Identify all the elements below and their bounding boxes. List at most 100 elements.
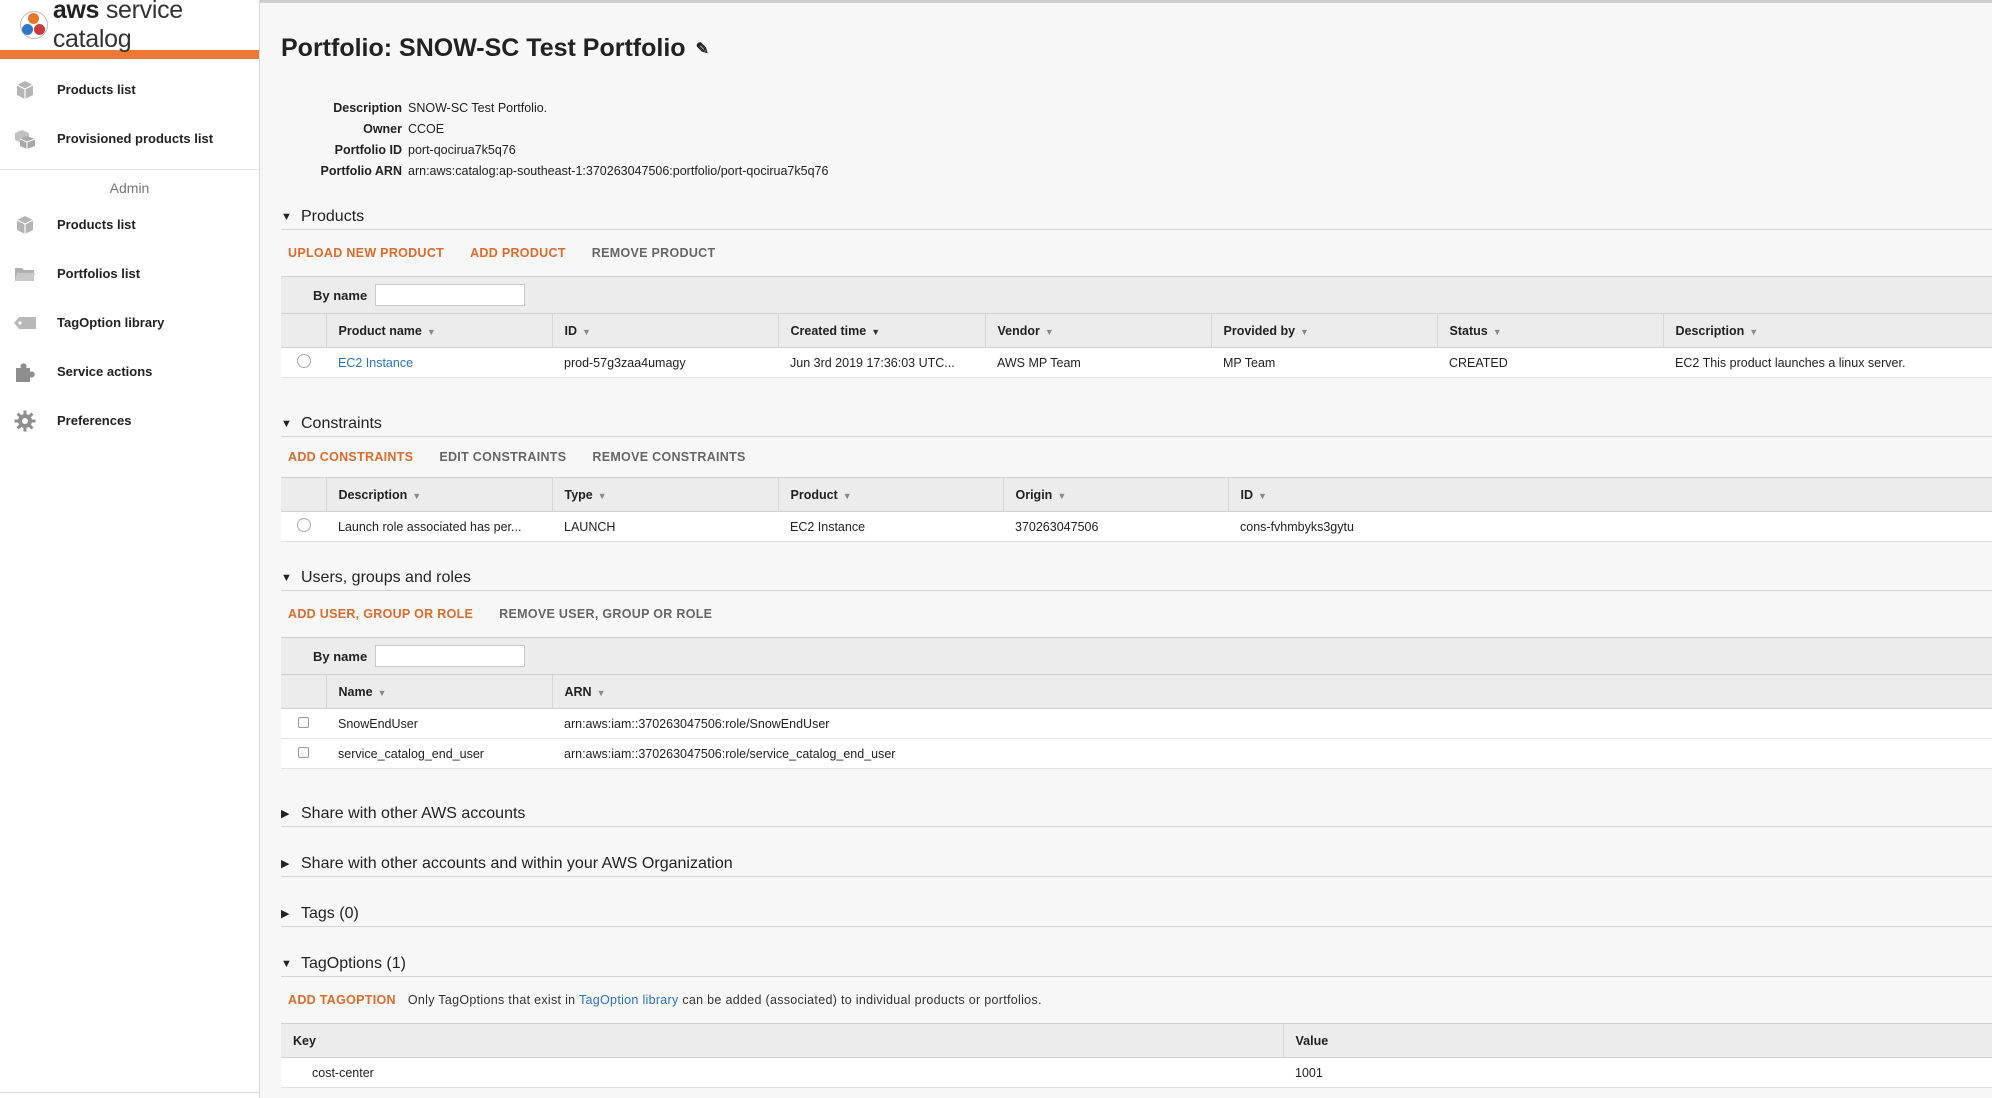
table-row: cost-center 1001 <box>281 1057 1992 1088</box>
edit-constraints-button[interactable]: EDIT CONSTRAINTS <box>439 450 566 464</box>
remove-user-group-role-button[interactable]: REMOVE USER, GROUP OR ROLE <box>499 607 712 621</box>
sidebar-item-label: Service actions <box>57 364 153 379</box>
table-cell: Launch role associated has per... <box>326 511 552 542</box>
constraints-actions: ADD CONSTRAINTS EDIT CONSTRAINTS REMOVE … <box>281 437 1992 477</box>
gear-icon <box>13 410 37 431</box>
sidebar-item-admin-products-list[interactable]: Products list <box>0 200 259 249</box>
users-filter-bar: By name <box>281 637 1992 674</box>
add-product-button[interactable]: ADD PRODUCT <box>470 246 566 260</box>
row-select-checkbox[interactable] <box>281 708 326 739</box>
sort-caret-icon: ▼ <box>1300 326 1309 337</box>
share-organization-section[interactable]: ▶ Share with other accounts and within y… <box>281 851 1992 877</box>
column-header-arn[interactable]: ARN ▼ <box>551 674 1992 709</box>
sidebar-item-provisioned-products-list[interactable]: Provisioned products list <box>0 114 259 163</box>
section-title: Share with other accounts and within you… <box>301 854 733 872</box>
detail-value: arn:aws:catalog:ap-southeast-1:370263047… <box>408 163 829 178</box>
sidebar-item-service-actions[interactable]: Service actions <box>0 347 259 396</box>
sort-caret-icon: ▼ <box>412 490 422 501</box>
sidebar-item-label: Preferences <box>57 413 132 428</box>
add-tagoption-button[interactable]: ADD TAGOPTION <box>288 993 396 1007</box>
products-name-filter-input[interactable] <box>375 284 526 306</box>
column-header-product-name[interactable]: Product name ▼ <box>325 313 552 348</box>
admin-section-label: Admin <box>109 180 150 196</box>
column-header-description[interactable]: Description ▼ <box>1662 313 1992 348</box>
detail-key: Portfolio ID <box>334 142 402 157</box>
section-header[interactable]: ▶ Share with other AWS accounts <box>281 801 1992 827</box>
caret-down-icon: ▼ <box>281 210 292 223</box>
sidebar-item-label: Provisioned products list <box>57 131 214 146</box>
sort-caret-icon: ▼ <box>871 326 881 337</box>
table-row[interactable]: SnowEndUser arn:aws:iam::370263047506:ro… <box>281 708 1992 739</box>
row-select-radio[interactable] <box>281 347 326 378</box>
brand-header[interactable]: aws service catalog <box>0 0 259 53</box>
section-title: Tags (0) <box>301 904 359 922</box>
users-actions: ADD USER, GROUP OR ROLE REMOVE USER, GRO… <box>281 591 1992 637</box>
remove-constraints-button[interactable]: REMOVE CONSTRAINTS <box>592 450 745 464</box>
table-cell: arn:aws:iam::370263047506:role/SnowEndUs… <box>552 708 1992 739</box>
table-row[interactable]: Launch role associated has per... LAUNCH… <box>281 511 1992 542</box>
sidebar-item-tagoption-library[interactable]: TagOption library <box>0 298 259 347</box>
sort-caret-icon: ▼ <box>596 687 606 698</box>
share-aws-accounts-section[interactable]: ▶ Share with other AWS accounts <box>281 801 1992 827</box>
column-header-vendor[interactable]: Vendor ▼ <box>984 313 1211 348</box>
caret-down-icon: ▼ <box>281 571 292 584</box>
sidebar-item-label: Products list <box>57 217 136 232</box>
box-icon <box>13 80 37 100</box>
column-header-description[interactable]: Description ▼ <box>325 477 552 512</box>
table-row[interactable]: service_catalog_end_user arn:aws:iam::37… <box>281 738 1992 769</box>
puzzle-icon <box>13 362 37 382</box>
column-header-provided-by[interactable]: Provided by ▼ <box>1210 313 1437 348</box>
column-header-type[interactable]: Type ▼ <box>551 477 778 512</box>
product-name-link[interactable]: EC2 Instance <box>326 347 552 378</box>
upload-new-product-button[interactable]: UPLOAD NEW PRODUCT <box>288 246 444 260</box>
column-header-product[interactable]: Product ▼ <box>777 477 1003 512</box>
folder-icon <box>13 264 37 284</box>
tagoptions-actions: ADD TAGOPTION Only TagOptions that exist… <box>281 977 1992 1023</box>
sidebar-item-products-list[interactable]: Products list <box>0 65 259 114</box>
row-select-checkbox[interactable] <box>281 738 326 769</box>
users-name-filter-input[interactable] <box>375 645 526 667</box>
edit-pencil-icon[interactable]: ✎ <box>696 39 709 59</box>
column-header-status[interactable]: Status ▼ <box>1436 313 1663 348</box>
sort-caret-icon: ▼ <box>1057 490 1067 501</box>
page-title-text: Portfolio: SNOW-SC Test Portfolio <box>281 34 686 62</box>
section-title: Products <box>301 207 365 225</box>
products-section-header[interactable]: ▼ Products <box>281 204 1992 230</box>
tags-section[interactable]: ▶ Tags (0) <box>281 901 1992 927</box>
table-cell: EC2 This product launches a linux server… <box>1663 347 1992 378</box>
remove-product-button[interactable]: REMOVE PRODUCT <box>592 246 716 260</box>
add-user-group-role-button[interactable]: ADD USER, GROUP OR ROLE <box>288 607 473 621</box>
tagoptions-section-header[interactable]: ▼ TagOptions (1) <box>281 951 1992 977</box>
sidebar-item-preferences[interactable]: Preferences <box>0 396 259 445</box>
table-cell: arn:aws:iam::370263047506:role/service_c… <box>552 738 1992 769</box>
filter-label: By name <box>313 648 368 664</box>
row-select-radio[interactable] <box>281 511 326 542</box>
column-header-id[interactable]: ID ▼ <box>1227 477 1992 512</box>
sidebar-item-portfolios-list[interactable]: Portfolios list <box>0 249 259 298</box>
sort-caret-icon: ▼ <box>1258 490 1267 501</box>
detail-key: Owner <box>363 121 402 136</box>
section-header[interactable]: ▶ Tags (0) <box>281 901 1992 927</box>
column-header-created-time[interactable]: Created time ▼ <box>777 313 985 348</box>
caret-down-icon: ▼ <box>281 957 292 970</box>
table-cell: AWS MP Team <box>985 347 1211 378</box>
sidebar: aws service catalog Products list Provis… <box>0 0 260 1098</box>
add-constraints-button[interactable]: ADD CONSTRAINTS <box>288 450 413 464</box>
caret-down-icon: ▼ <box>281 417 292 430</box>
column-header-name[interactable]: Name ▼ <box>325 674 552 709</box>
products-filter-bar: By name <box>281 276 1992 313</box>
detail-value: SNOW-SC Test Portfolio. <box>408 100 548 115</box>
filter-label: By name <box>313 287 368 303</box>
column-header-id[interactable]: ID ▼ <box>551 313 778 348</box>
constraints-section-header[interactable]: ▼ Constraints <box>281 411 1992 437</box>
tagoption-library-link[interactable]: TagOption library <box>579 993 679 1007</box>
users-section-header[interactable]: ▼ Users, groups and roles <box>281 565 1992 591</box>
box-icon <box>13 215 37 235</box>
table-row[interactable]: EC2 Instance prod-57g3zaa4umagy Jun 3rd … <box>281 347 1992 378</box>
column-header-key: Key <box>281 1023 1283 1058</box>
table-cell: cons-fvhmbyks3gytu <box>1228 511 1992 542</box>
products-section: ▼ Products UPLOAD NEW PRODUCT ADD PRODUC… <box>281 204 1992 378</box>
section-header[interactable]: ▶ Share with other accounts and within y… <box>281 851 1992 877</box>
table-cell: prod-57g3zaa4umagy <box>552 347 778 378</box>
column-header-origin[interactable]: Origin ▼ <box>1002 477 1228 512</box>
